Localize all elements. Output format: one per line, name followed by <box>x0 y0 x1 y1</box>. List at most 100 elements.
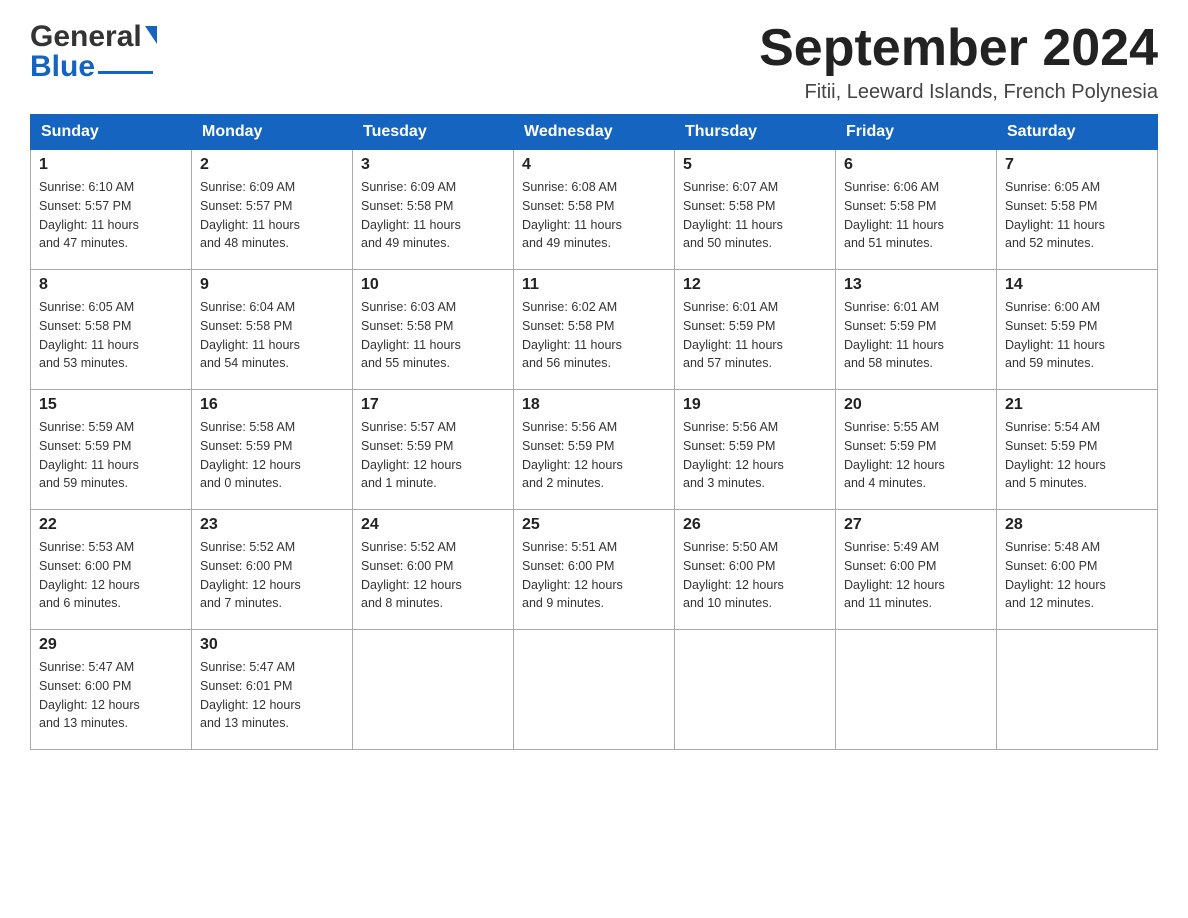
calendar-header-row: SundayMondayTuesdayWednesdayThursdayFrid… <box>31 115 1158 150</box>
title-block: September 2024 Fitii, Leeward Islands, F… <box>759 20 1158 104</box>
calendar-cell <box>997 630 1158 750</box>
calendar-cell: 18 Sunrise: 5:56 AM Sunset: 5:59 PM Dayl… <box>514 390 675 510</box>
calendar-cell: 23 Sunrise: 5:52 AM Sunset: 6:00 PM Dayl… <box>192 510 353 630</box>
day-info: Sunrise: 6:09 AM Sunset: 5:58 PM Dayligh… <box>361 178 505 253</box>
day-info: Sunrise: 5:55 AM Sunset: 5:59 PM Dayligh… <box>844 418 988 493</box>
calendar-cell: 13 Sunrise: 6:01 AM Sunset: 5:59 PM Dayl… <box>836 270 997 390</box>
day-number: 10 <box>361 276 505 294</box>
day-number: 5 <box>683 156 827 174</box>
calendar-week-4: 22 Sunrise: 5:53 AM Sunset: 6:00 PM Dayl… <box>31 510 1158 630</box>
calendar-cell: 28 Sunrise: 5:48 AM Sunset: 6:00 PM Dayl… <box>997 510 1158 630</box>
calendar-cell: 21 Sunrise: 5:54 AM Sunset: 5:59 PM Dayl… <box>997 390 1158 510</box>
day-number: 11 <box>522 276 666 294</box>
day-info: Sunrise: 6:00 AM Sunset: 5:59 PM Dayligh… <box>1005 298 1149 373</box>
logo-triangle-icon <box>145 26 157 44</box>
calendar-cell: 7 Sunrise: 6:05 AM Sunset: 5:58 PM Dayli… <box>997 150 1158 270</box>
day-info: Sunrise: 6:05 AM Sunset: 5:58 PM Dayligh… <box>1005 178 1149 253</box>
day-info: Sunrise: 6:06 AM Sunset: 5:58 PM Dayligh… <box>844 178 988 253</box>
day-info: Sunrise: 5:53 AM Sunset: 6:00 PM Dayligh… <box>39 538 183 613</box>
col-header-wednesday: Wednesday <box>514 115 675 150</box>
location-title: Fitii, Leeward Islands, French Polynesia <box>759 81 1158 104</box>
day-info: Sunrise: 5:56 AM Sunset: 5:59 PM Dayligh… <box>683 418 827 493</box>
col-header-sunday: Sunday <box>31 115 192 150</box>
day-number: 30 <box>200 636 344 654</box>
calendar-cell: 27 Sunrise: 5:49 AM Sunset: 6:00 PM Dayl… <box>836 510 997 630</box>
day-info: Sunrise: 5:51 AM Sunset: 6:00 PM Dayligh… <box>522 538 666 613</box>
calendar-week-5: 29 Sunrise: 5:47 AM Sunset: 6:00 PM Dayl… <box>31 630 1158 750</box>
day-info: Sunrise: 5:49 AM Sunset: 6:00 PM Dayligh… <box>844 538 988 613</box>
day-number: 3 <box>361 156 505 174</box>
day-info: Sunrise: 6:08 AM Sunset: 5:58 PM Dayligh… <box>522 178 666 253</box>
calendar-cell: 2 Sunrise: 6:09 AM Sunset: 5:57 PM Dayli… <box>192 150 353 270</box>
day-number: 23 <box>200 516 344 534</box>
calendar-table: SundayMondayTuesdayWednesdayThursdayFrid… <box>30 114 1158 750</box>
day-info: Sunrise: 5:52 AM Sunset: 6:00 PM Dayligh… <box>361 538 505 613</box>
calendar-cell: 9 Sunrise: 6:04 AM Sunset: 5:58 PM Dayli… <box>192 270 353 390</box>
calendar-week-3: 15 Sunrise: 5:59 AM Sunset: 5:59 PM Dayl… <box>31 390 1158 510</box>
calendar-cell: 8 Sunrise: 6:05 AM Sunset: 5:58 PM Dayli… <box>31 270 192 390</box>
col-header-tuesday: Tuesday <box>353 115 514 150</box>
logo: General Blue <box>30 20 157 84</box>
day-number: 16 <box>200 396 344 414</box>
day-number: 19 <box>683 396 827 414</box>
day-number: 9 <box>200 276 344 294</box>
day-info: Sunrise: 5:54 AM Sunset: 5:59 PM Dayligh… <box>1005 418 1149 493</box>
day-info: Sunrise: 6:10 AM Sunset: 5:57 PM Dayligh… <box>39 178 183 253</box>
logo-underline <box>98 71 153 74</box>
day-number: 29 <box>39 636 183 654</box>
day-number: 8 <box>39 276 183 294</box>
day-info: Sunrise: 6:09 AM Sunset: 5:57 PM Dayligh… <box>200 178 344 253</box>
col-header-saturday: Saturday <box>997 115 1158 150</box>
day-info: Sunrise: 5:56 AM Sunset: 5:59 PM Dayligh… <box>522 418 666 493</box>
day-number: 1 <box>39 156 183 174</box>
logo-blue-text: Blue <box>30 50 95 84</box>
day-number: 21 <box>1005 396 1149 414</box>
day-number: 26 <box>683 516 827 534</box>
calendar-week-1: 1 Sunrise: 6:10 AM Sunset: 5:57 PM Dayli… <box>31 150 1158 270</box>
day-number: 14 <box>1005 276 1149 294</box>
calendar-cell: 14 Sunrise: 6:00 AM Sunset: 5:59 PM Dayl… <box>997 270 1158 390</box>
day-number: 12 <box>683 276 827 294</box>
day-info: Sunrise: 6:01 AM Sunset: 5:59 PM Dayligh… <box>844 298 988 373</box>
day-number: 22 <box>39 516 183 534</box>
calendar-body: 1 Sunrise: 6:10 AM Sunset: 5:57 PM Dayli… <box>31 150 1158 750</box>
day-number: 18 <box>522 396 666 414</box>
calendar-cell: 29 Sunrise: 5:47 AM Sunset: 6:00 PM Dayl… <box>31 630 192 750</box>
calendar-week-2: 8 Sunrise: 6:05 AM Sunset: 5:58 PM Dayli… <box>31 270 1158 390</box>
month-title: September 2024 <box>759 20 1158 77</box>
calendar-cell: 19 Sunrise: 5:56 AM Sunset: 5:59 PM Dayl… <box>675 390 836 510</box>
day-info: Sunrise: 5:57 AM Sunset: 5:59 PM Dayligh… <box>361 418 505 493</box>
calendar-cell: 24 Sunrise: 5:52 AM Sunset: 6:00 PM Dayl… <box>353 510 514 630</box>
col-header-thursday: Thursday <box>675 115 836 150</box>
day-info: Sunrise: 5:48 AM Sunset: 6:00 PM Dayligh… <box>1005 538 1149 613</box>
calendar-cell: 1 Sunrise: 6:10 AM Sunset: 5:57 PM Dayli… <box>31 150 192 270</box>
day-number: 24 <box>361 516 505 534</box>
calendar-cell <box>836 630 997 750</box>
calendar-cell <box>353 630 514 750</box>
day-number: 15 <box>39 396 183 414</box>
col-header-friday: Friday <box>836 115 997 150</box>
day-info: Sunrise: 6:07 AM Sunset: 5:58 PM Dayligh… <box>683 178 827 253</box>
day-info: Sunrise: 6:01 AM Sunset: 5:59 PM Dayligh… <box>683 298 827 373</box>
logo-general-text: General <box>30 20 142 54</box>
calendar-cell: 5 Sunrise: 6:07 AM Sunset: 5:58 PM Dayli… <box>675 150 836 270</box>
day-info: Sunrise: 6:04 AM Sunset: 5:58 PM Dayligh… <box>200 298 344 373</box>
day-info: Sunrise: 6:05 AM Sunset: 5:58 PM Dayligh… <box>39 298 183 373</box>
calendar-cell: 3 Sunrise: 6:09 AM Sunset: 5:58 PM Dayli… <box>353 150 514 270</box>
calendar-cell: 11 Sunrise: 6:02 AM Sunset: 5:58 PM Dayl… <box>514 270 675 390</box>
calendar-cell: 26 Sunrise: 5:50 AM Sunset: 6:00 PM Dayl… <box>675 510 836 630</box>
calendar-cell: 30 Sunrise: 5:47 AM Sunset: 6:01 PM Dayl… <box>192 630 353 750</box>
calendar-cell: 10 Sunrise: 6:03 AM Sunset: 5:58 PM Dayl… <box>353 270 514 390</box>
calendar-cell: 25 Sunrise: 5:51 AM Sunset: 6:00 PM Dayl… <box>514 510 675 630</box>
day-number: 2 <box>200 156 344 174</box>
day-number: 17 <box>361 396 505 414</box>
day-number: 28 <box>1005 516 1149 534</box>
day-info: Sunrise: 5:50 AM Sunset: 6:00 PM Dayligh… <box>683 538 827 613</box>
day-number: 13 <box>844 276 988 294</box>
calendar-cell: 4 Sunrise: 6:08 AM Sunset: 5:58 PM Dayli… <box>514 150 675 270</box>
day-number: 20 <box>844 396 988 414</box>
calendar-cell <box>514 630 675 750</box>
day-info: Sunrise: 5:47 AM Sunset: 6:01 PM Dayligh… <box>200 658 344 733</box>
day-info: Sunrise: 5:52 AM Sunset: 6:00 PM Dayligh… <box>200 538 344 613</box>
calendar-cell: 17 Sunrise: 5:57 AM Sunset: 5:59 PM Dayl… <box>353 390 514 510</box>
